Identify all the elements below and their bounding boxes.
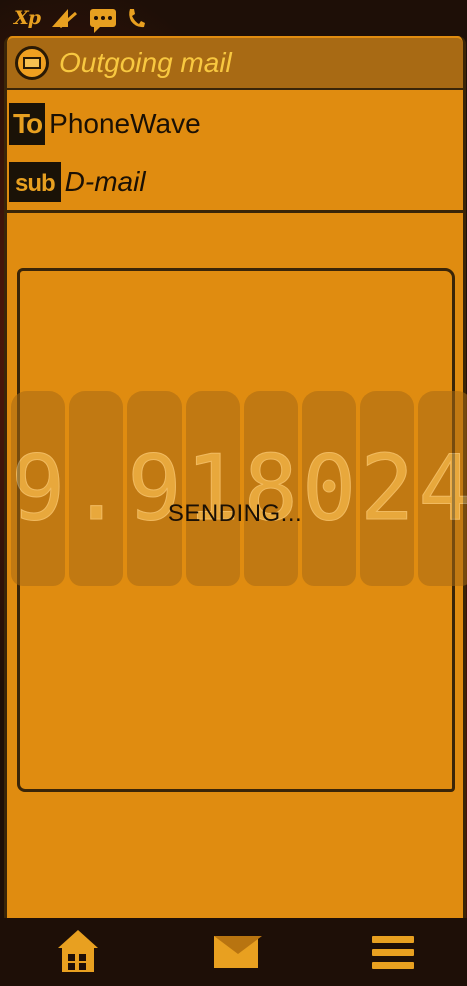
bottom-nav — [0, 918, 467, 986]
mail-circle-icon — [15, 46, 49, 80]
page-title: Outgoing mail — [59, 47, 232, 78]
to-field[interactable]: To PhoneWave — [7, 96, 463, 152]
xp-icon: Xp — [14, 6, 41, 29]
home-icon — [58, 930, 98, 974]
meter-digit: 0 — [301, 391, 357, 586]
meter-digit: 9 — [127, 391, 182, 586]
header-divider — [7, 210, 463, 213]
sending-status: SENDING... — [167, 500, 303, 527]
menu-icon — [372, 935, 414, 969]
meter-digit: . — [69, 391, 124, 586]
subject-tag: sub — [9, 162, 61, 202]
meter-digit: 1 — [185, 391, 240, 586]
signal-icon — [52, 9, 78, 29]
envelope-icon — [213, 936, 262, 968]
subject-field[interactable]: sub D-mail — [7, 154, 463, 210]
mail-compose-panel: Outgoing mail To PhoneWave sub D-mail 9 … — [4, 36, 467, 918]
mail-button[interactable] — [213, 927, 262, 977]
sms-icon — [90, 9, 117, 33]
meter-digit: 9 — [10, 391, 66, 586]
meter-digit: 4 — [418, 391, 467, 586]
home-button[interactable] — [56, 927, 100, 977]
to-tag: To — [9, 103, 46, 145]
meter-digit: 2 — [360, 391, 415, 586]
divergence-meter: 9 . 9 1 8 0 2 4 — [7, 391, 467, 586]
mail-header: Outgoing mail — [7, 38, 463, 90]
subject-value[interactable]: D-mail — [65, 166, 146, 198]
status-bar: Xp — [0, 0, 467, 36]
to-recipient[interactable]: PhoneWave — [49, 108, 201, 140]
menu-button[interactable] — [371, 927, 415, 977]
phone-icon — [129, 9, 146, 28]
meter-digit: 8 — [243, 391, 298, 586]
